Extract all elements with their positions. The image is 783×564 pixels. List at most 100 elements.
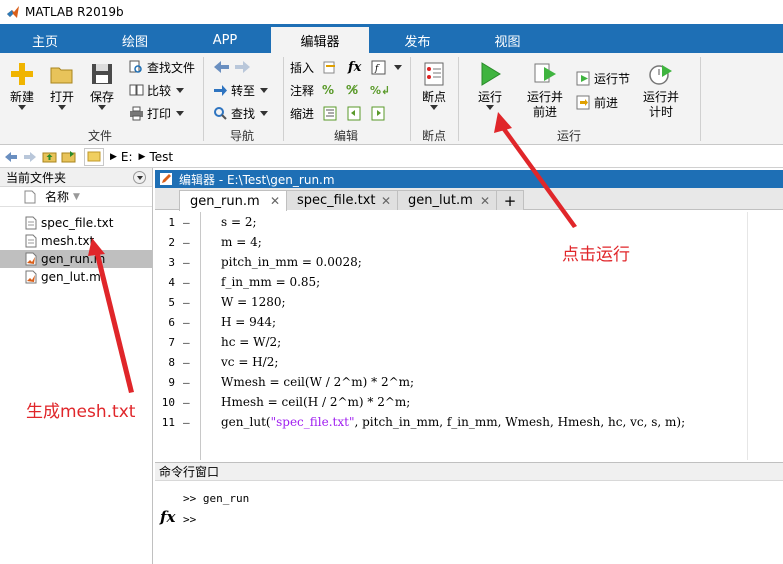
tab-publish[interactable]: 发布: [390, 28, 445, 53]
line-number: 11: [161, 416, 175, 429]
tab-view[interactable]: 视图: [480, 28, 535, 53]
tab-plots[interactable]: 绘图: [110, 28, 160, 53]
breakpoint-marker[interactable]: —: [183, 356, 190, 369]
close-icon[interactable]: ✕: [270, 194, 280, 208]
editor-tab-spec-file[interactable]: spec_file.txt ✕: [286, 190, 398, 210]
line-number: 5: [168, 296, 175, 309]
back-forward-buttons[interactable]: [212, 58, 252, 76]
code-line[interactable]: Wmesh = ceil(W / 2^m) * 2^m;: [221, 375, 414, 389]
run-and-time-button[interactable]: 运行并 计时: [640, 61, 682, 120]
uncomment-button[interactable]: %̸: [346, 81, 358, 99]
browse-folder-icon[interactable]: [60, 149, 76, 165]
save-button[interactable]: 保存: [86, 61, 118, 110]
new-button[interactable]: 新建: [6, 61, 38, 110]
run-section-button[interactable]: 运行节: [575, 69, 630, 87]
breakpoint-marker[interactable]: —: [183, 396, 190, 409]
insert-button[interactable]: 插入: [290, 58, 314, 76]
code-string: "spec_file.txt": [270, 415, 355, 429]
run-label: 运行: [477, 90, 502, 104]
breakpoint-marker[interactable]: —: [183, 376, 190, 389]
print-button[interactable]: 打印: [128, 104, 185, 122]
code-line[interactable]: W = 1280;: [221, 295, 286, 309]
file-row-mesh[interactable]: mesh.txt: [0, 232, 152, 250]
group-label-run: 运行: [556, 129, 581, 143]
compare-button[interactable]: 比较: [128, 81, 185, 99]
code-line[interactable]: f_in_mm = 0.85;: [221, 275, 320, 289]
code-area[interactable]: 1 — s = 2; 2 — m = 4; 3 — pitch_in_mm = 0.0028; 4…: [155, 212, 783, 460]
find-label: 查找: [231, 106, 256, 121]
run-button[interactable]: 运行: [474, 61, 506, 110]
code-line[interactable]: H = 944;: [221, 315, 276, 329]
find-button[interactable]: 查找: [212, 104, 269, 122]
editor-pencil-icon: [160, 173, 172, 185]
breakpoint-marker[interactable]: —: [183, 296, 190, 309]
editor-tab-gen-run[interactable]: gen_run.m ✕: [179, 190, 287, 211]
open-button[interactable]: 打开: [46, 61, 78, 110]
code-line[interactable]: pitch_in_mm = 0.0028;: [221, 255, 362, 269]
text-file-icon: [25, 234, 37, 248]
editor-tab-bar: gen_run.m ✕ spec_file.txt ✕ gen_lut.m ✕ …: [155, 188, 783, 211]
breakpoints-button[interactable]: 断点: [418, 61, 450, 110]
editor-tab-gen-lut[interactable]: gen_lut.m ✕: [397, 190, 497, 210]
chevron-down-icon: [18, 105, 26, 110]
comment-percent-button[interactable]: %: [322, 81, 334, 99]
save-disk-icon: [92, 64, 112, 84]
file-row-spec-file[interactable]: spec_file.txt: [0, 214, 152, 232]
run-advance-label-line1: 运行并: [526, 90, 563, 104]
path-drive[interactable]: E:: [121, 150, 133, 164]
wrap-comment-button[interactable]: %↲: [370, 81, 390, 99]
breakpoint-marker[interactable]: —: [183, 316, 190, 329]
function-menu-button[interactable]: f: [370, 58, 402, 76]
tab-home[interactable]: 主页: [20, 28, 70, 53]
file-name: gen_run.m: [41, 252, 106, 266]
find-files-button[interactable]: 查找文件: [128, 58, 195, 76]
close-icon[interactable]: ✕: [381, 194, 391, 208]
panel-actions-icon[interactable]: [133, 171, 146, 184]
breakpoint-marker[interactable]: —: [183, 256, 190, 269]
up-folder-icon[interactable]: [41, 149, 57, 165]
advance-button[interactable]: 前进: [575, 93, 618, 111]
code-line[interactable]: s = 2;: [221, 215, 257, 229]
tab-apps[interactable]: APP: [200, 28, 250, 53]
breakpoint-marker[interactable]: —: [183, 336, 190, 349]
breakpoint-marker[interactable]: —: [183, 276, 190, 289]
code-line[interactable]: m = 4;: [221, 235, 262, 249]
group-label-edit: 编辑: [333, 129, 358, 143]
code-line[interactable]: vc = H/2;: [221, 355, 278, 369]
back-arrow-icon[interactable]: [3, 149, 19, 165]
forward-arrow-icon[interactable]: [22, 149, 38, 165]
goto-button[interactable]: 转至: [212, 81, 269, 99]
indent-button[interactable]: 缩进: [290, 104, 314, 122]
decrease-indent-button[interactable]: [346, 104, 365, 122]
run-time-label-line1: 运行并: [642, 90, 679, 104]
close-icon[interactable]: ✕: [480, 194, 490, 208]
breakpoint-marker[interactable]: —: [183, 416, 190, 429]
tab-editor[interactable]: 编辑器: [270, 26, 370, 53]
command-prompt[interactable]: >>: [183, 513, 196, 526]
smart-indent-button[interactable]: [322, 104, 341, 122]
file-row-gen-lut[interactable]: gen_lut.m: [0, 268, 152, 286]
function-browser-icon[interactable]: fx: [160, 508, 175, 526]
comment-button[interactable]: 注释: [290, 81, 314, 99]
code-line[interactable]: Hmesh = ceil(H / 2^m) * 2^m;: [221, 395, 410, 409]
run-and-advance-button[interactable]: 运行并 前进: [524, 61, 566, 120]
command-window[interactable]: 命令行窗口 >> gen_run fx >>: [155, 462, 783, 564]
file-name: gen_lut.m: [41, 270, 101, 284]
title-bar: MATLAB R2019b: [0, 0, 783, 24]
run-time-icon: [649, 65, 672, 85]
new-tab-button[interactable]: +: [496, 190, 524, 210]
insert-section-button[interactable]: [322, 58, 341, 76]
uncomment-icon: %̸: [346, 83, 359, 97]
gutter-divider: [200, 212, 201, 460]
path-folder[interactable]: Test: [149, 150, 173, 164]
m-file-icon: [25, 252, 37, 266]
code-line[interactable]: gen_lut("spec_file.txt", pitch_in_mm, f_…: [221, 415, 685, 429]
breakpoint-marker[interactable]: —: [183, 216, 190, 229]
name-column-header[interactable]: 名称 ▼: [0, 187, 152, 207]
insert-function-button[interactable]: fx: [348, 58, 361, 76]
breakpoint-marker[interactable]: —: [183, 236, 190, 249]
compare-icon: [128, 82, 144, 98]
code-line[interactable]: hc = W/2;: [221, 335, 281, 349]
increase-indent-button[interactable]: [370, 104, 389, 122]
file-row-gen-run[interactable]: gen_run.m: [0, 250, 152, 268]
